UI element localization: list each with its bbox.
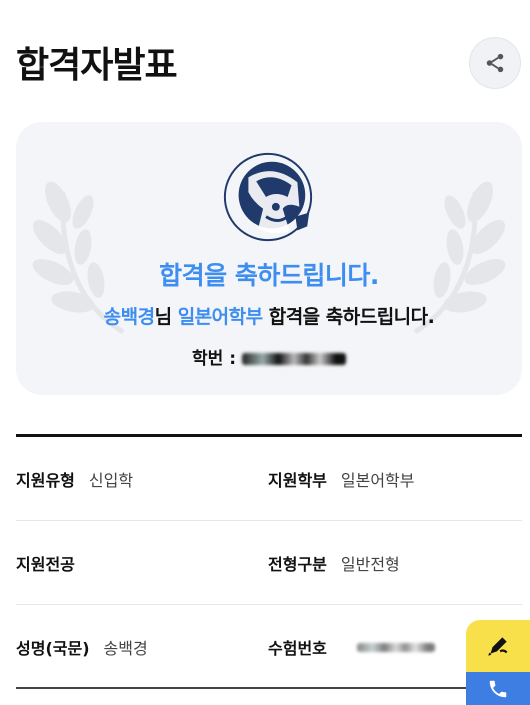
info-field-admission-type: 전형구분 일반전형: [268, 521, 400, 605]
phone-icon: [489, 680, 507, 697]
info-field-apply-type: 지원유형 신입학: [16, 437, 133, 521]
info-row: 성명(국문) 송백경 수험번호: [16, 605, 522, 689]
share-icon: [486, 53, 504, 73]
name-suffix: 님: [154, 306, 178, 328]
info-value: 송백경: [103, 639, 148, 658]
info-row: 지원유형 신입학 지원학부 일본어학부: [16, 437, 522, 521]
share-button[interactable]: [469, 37, 521, 89]
info-label: 성명(국문): [16, 639, 90, 658]
applicant-department: 일본어학부: [177, 306, 263, 328]
info-label: 지원유형: [16, 471, 75, 490]
university-emblem-icon: [223, 152, 313, 242]
info-label: 지원학부: [268, 471, 327, 490]
student-number-label: 학번 :: [192, 349, 242, 369]
info-field-exam-number: 수험번호: [268, 605, 435, 689]
memo-button[interactable]: [466, 620, 530, 672]
call-button[interactable]: [466, 672, 530, 705]
info-field-apply-dept: 지원학부 일본어학부: [268, 437, 415, 521]
exam-number-redacted: [356, 642, 435, 652]
info-row: 지원전공 전형구분 일반전형: [16, 521, 522, 605]
congratulation-card: 합격을 축하드립니다. 송백경님 일본어학부 합격을 축하드립니다. 학번 :: [16, 122, 522, 395]
page-title: 합격자발표: [16, 45, 178, 86]
congrats-message: 송백경님 일본어학부 합격을 축하드립니다.: [16, 302, 522, 329]
congrats-title: 합격을 축하드립니다.: [159, 261, 379, 290]
info-value: 신입학: [88, 471, 134, 490]
student-number: 학번 :: [16, 344, 522, 369]
info-label: 지원전공: [16, 555, 75, 574]
student-number-redacted: [241, 353, 346, 365]
info-label: 수험번호: [268, 639, 327, 658]
info-value: 일본어학부: [340, 471, 415, 490]
info-field-name: 성명(국문) 송백경: [16, 605, 148, 689]
pen-icon: [488, 637, 508, 656]
info-value: 일반전형: [340, 555, 400, 574]
page-header: 합격자발표: [0, 0, 530, 110]
info-field-major: 지원전공: [16, 521, 89, 605]
info-label: 전형구분: [268, 555, 327, 574]
message-tail: 합격을 축하드립니다.: [262, 306, 435, 328]
applicant-name: 송백경: [103, 306, 155, 328]
